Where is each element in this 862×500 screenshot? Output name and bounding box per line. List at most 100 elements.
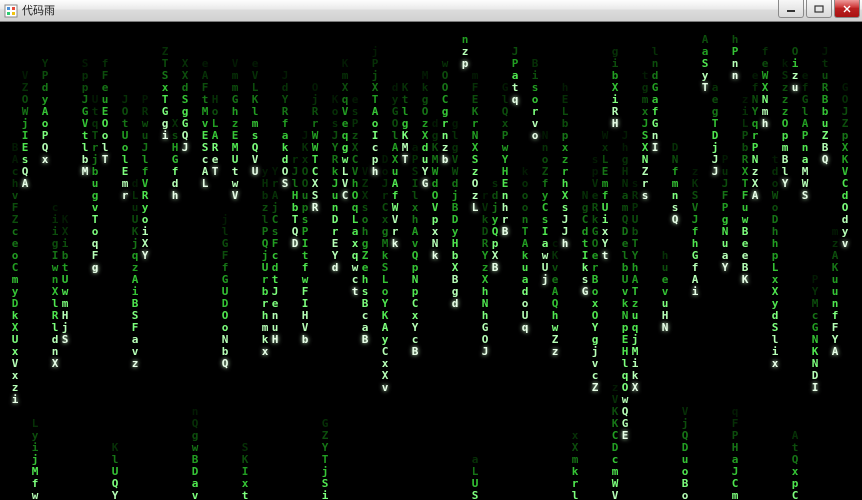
rain-column: lndGafGnI: [650, 46, 660, 154]
rain-char: Q: [670, 214, 680, 226]
rain-column: nQgwBDavua: [190, 406, 200, 500]
rain-char: G: [420, 178, 430, 190]
rain-column: rJlHbTQD: [290, 154, 300, 250]
rain-column: XsHGfdh: [170, 118, 180, 202]
rain-char: X: [50, 358, 60, 370]
maximize-button[interactable]: [806, 0, 832, 18]
rain-char: L: [470, 202, 480, 214]
matrix-rain-canvas: BAchvFZceoCmyDkXUxVxziVZOWjIEsQAYPdyAoPQ…: [0, 22, 862, 500]
rain-column: VjQDuoBor: [680, 406, 690, 500]
rain-char: R: [310, 202, 320, 214]
rain-char: V: [610, 490, 620, 500]
rain-column: gibXiRH: [610, 46, 620, 130]
rain-column: dgKMWdOVpxNk: [430, 118, 440, 262]
rain-char: K: [740, 274, 750, 286]
rain-column: UtqTrjbugvToqFg: [90, 94, 100, 274]
rain-column: KmXqVeqgwLVC: [340, 58, 350, 202]
rain-char: J: [180, 142, 190, 154]
rain-char: k: [390, 238, 400, 250]
rain-column: KosJYRkJunDrEYd: [330, 94, 340, 274]
rain-char: E: [620, 430, 630, 442]
rain-column: VZXsohgZehsBcaB: [360, 166, 370, 346]
rain-column: ziLPbRXTFuwBeeBK: [740, 94, 750, 286]
rain-column: NgCdtIksG: [580, 190, 590, 298]
rain-column: nzp: [460, 34, 470, 70]
rain-char: t: [350, 286, 360, 298]
rain-char: G: [580, 286, 590, 298]
rain-char: b: [300, 334, 310, 346]
rain-column: JOtUolEmr: [120, 94, 130, 202]
rain-char: C: [340, 190, 350, 202]
rain-column: mFEKrNXSzOzL: [470, 70, 480, 214]
rain-char: C: [790, 490, 800, 500]
rain-column: GZYTjSiuS: [320, 418, 330, 500]
rain-column: aPSIlxhAvQpNpCxYcB: [410, 142, 420, 358]
window-title: 代码雨: [22, 0, 55, 22]
rain-column: KlUQYm: [110, 442, 120, 500]
close-button[interactable]: [834, 0, 860, 18]
rain-char: X: [630, 382, 640, 394]
rain-column: aLUSdA: [470, 454, 480, 500]
rain-char: H: [610, 118, 620, 130]
rain-char: s: [640, 190, 650, 202]
app-icon: [4, 4, 18, 18]
rain-char: z: [130, 358, 140, 370]
rain-column: JKxOOupsPItfwFIHVb: [300, 130, 310, 346]
rain-char: i: [690, 286, 700, 298]
rain-column: SppJGVtlbM: [80, 58, 90, 178]
rain-char: L: [200, 178, 210, 190]
rain-column: glgVWdjBDyHbXBgd: [450, 118, 460, 310]
rain-column: JPatq: [510, 46, 520, 106]
rain-char: p: [460, 58, 470, 70]
rain-column: aegTDjJJ: [710, 82, 720, 178]
rain-char: m: [730, 490, 740, 500]
rain-column: sdjyQpXB: [490, 178, 500, 274]
rain-char: Y: [780, 178, 790, 190]
rain-column: esPzXCVhOqLaxqwct: [350, 94, 360, 298]
rain-char: J: [710, 166, 720, 178]
rain-column: YrAjCsFcdtJenuH: [270, 166, 280, 346]
rain-char: D: [290, 238, 300, 250]
rain-column: HoLAReT: [210, 94, 220, 178]
rain-column: GlQxPwYHEnhrB: [500, 82, 510, 238]
rain-column: Oizu: [790, 46, 800, 94]
rain-char: M: [80, 166, 90, 178]
rain-char: Y: [720, 262, 730, 274]
rain-char: g: [90, 262, 100, 274]
rain-column: VZOWjIEsQA: [20, 70, 30, 190]
rain-char: h: [170, 190, 180, 202]
rain-char: Y: [140, 250, 150, 262]
rain-char: x: [770, 358, 780, 370]
rain-char: o: [530, 130, 540, 142]
rain-column: dyGOlAXuAfWVrk: [390, 82, 400, 250]
rain-char: x: [260, 346, 270, 358]
rain-char: k: [430, 250, 440, 262]
rain-column: huevuHN: [660, 250, 670, 334]
rain-char: A: [830, 346, 840, 358]
rain-char: u: [790, 82, 800, 94]
rain-column: OjRrWWTCXSR: [310, 82, 320, 214]
rain-column: eVLKlmsQVU: [250, 58, 260, 178]
rain-char: N: [660, 322, 670, 334]
rain-char: B: [500, 226, 510, 238]
rain-column: wOOCgrnzb: [440, 58, 450, 166]
rain-column: AaSyT: [700, 34, 710, 94]
rain-column: qFPHaJCmJO: [730, 406, 740, 500]
rain-char: i: [320, 490, 330, 500]
minimize-button[interactable]: [778, 0, 804, 18]
rain-column: KXibtUwmHjS: [60, 214, 70, 346]
rain-char: i: [160, 130, 170, 142]
rain-char: h: [370, 166, 380, 178]
rain-char: q: [510, 94, 520, 106]
rain-char: h: [760, 118, 770, 130]
rain-char: r: [120, 190, 130, 202]
rain-char: J: [480, 346, 490, 358]
titlebar[interactable]: 代码雨: [0, 0, 862, 22]
rain-char: z: [550, 346, 560, 358]
rain-char: U: [250, 166, 260, 178]
rain-char: d: [450, 298, 460, 310]
rain-column: JdYRfakdOS: [280, 70, 290, 190]
rain-column: NnoZfyCsIawUj: [540, 130, 550, 286]
rain-column: spVeRkGOerBoxOYgjvcZ: [590, 154, 600, 394]
rain-column: ciigIwnXlRldnX: [50, 202, 60, 370]
